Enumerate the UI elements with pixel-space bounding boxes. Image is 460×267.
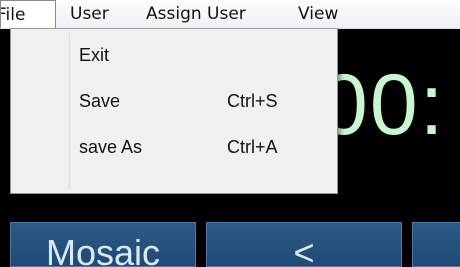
file-menu-dropdown: Exit Save Ctrl+S save As Ctrl+A	[10, 28, 338, 194]
menu-item-save[interactable]: Save Ctrl+S	[11, 81, 337, 121]
menu-item-save-as-shortcut: Ctrl+A	[227, 137, 278, 157]
menu-file[interactable]: File	[0, 0, 56, 28]
menu-bar: File User Assign User View	[0, 0, 460, 29]
next-button[interactable]	[412, 222, 460, 267]
menu-item-save-shortcut: Ctrl+S	[227, 91, 278, 111]
menu-user[interactable]: User	[70, 0, 109, 28]
menu-item-exit-label: Exit	[79, 45, 110, 65]
menu-item-save-as[interactable]: save As Ctrl+A	[11, 127, 337, 167]
menu-item-exit[interactable]: Exit	[11, 35, 337, 75]
menu-assign-user[interactable]: Assign User	[146, 0, 246, 28]
menu-item-save-label: Save	[79, 91, 121, 111]
menu-item-save-as-label: save As	[79, 137, 143, 157]
timer-display: 00:	[320, 57, 446, 153]
menu-view[interactable]: View	[298, 0, 338, 28]
previous-button[interactable]: <	[206, 222, 402, 267]
mosaic-button[interactable]: Mosaic	[10, 222, 196, 267]
control-button-bar: Mosaic <	[0, 222, 460, 267]
